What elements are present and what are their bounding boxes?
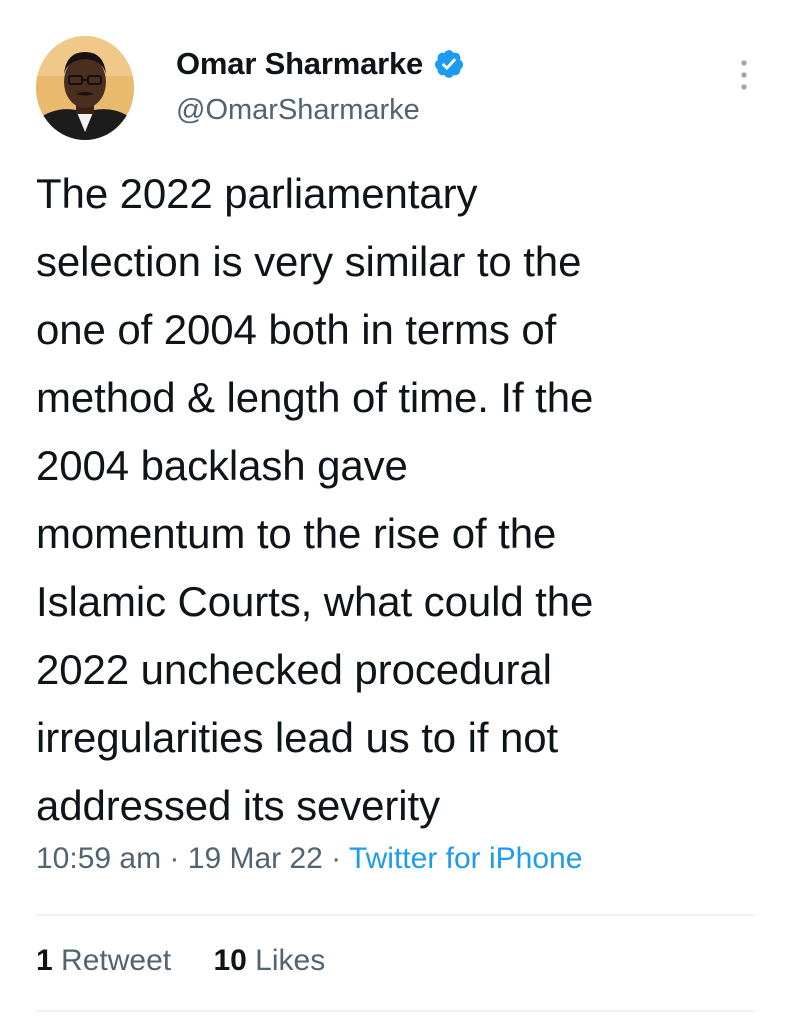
author-info: Omar Sharmarke @OmarSharmarke: [176, 40, 465, 127]
tweet-stats: 1 Retweet 10 Likes: [36, 944, 359, 978]
tweet-header: Omar Sharmarke @OmarSharmarke: [36, 36, 756, 146]
tweet-text-line: one of 2004 both in terms of: [36, 306, 557, 353]
tweet-text-line: 2004 backlash gave: [36, 442, 408, 489]
verified-badge-icon: [435, 50, 464, 78]
divider: [36, 1010, 754, 1012]
more-vertical-icon[interactable]: [736, 58, 752, 92]
likes-count: 10: [213, 944, 247, 977]
divider: [36, 914, 754, 916]
tweet-metadata: 10:59 am · 19 Mar 22 · Twitter for iPhon…: [36, 842, 582, 876]
tweet-text-line: irregularities lead us to if not: [36, 714, 559, 761]
retweets-stat[interactable]: 1 Retweet: [36, 944, 171, 977]
tweet-text-line: selection is very similar to the: [36, 238, 582, 285]
tweet: Omar Sharmarke @OmarSharmarke The 2022 p…: [0, 0, 789, 1024]
likes-label: Likes: [255, 944, 326, 977]
tweet-text: The 2022 parliamentary selection is very…: [36, 160, 766, 840]
display-name-row: Omar Sharmarke: [176, 40, 465, 88]
avatar[interactable]: [36, 36, 134, 140]
handle[interactable]: @OmarSharmarke: [176, 94, 465, 127]
tweet-text-line: addressed its severity: [36, 782, 440, 829]
likes-stat[interactable]: 10 Likes: [213, 944, 325, 977]
retweets-label: Retweet: [61, 944, 172, 977]
avatar-image: [36, 36, 134, 140]
tweet-text-line: Islamic Courts, what could the: [36, 578, 594, 625]
tweet-time[interactable]: 10:59 am: [36, 842, 161, 875]
tweet-source-link[interactable]: Twitter for iPhone: [349, 842, 582, 875]
tweet-text-line: method & length of time. If the: [36, 374, 594, 421]
tweet-date[interactable]: 19 Mar 22: [188, 842, 323, 875]
tweet-text-line: 2022 unchecked procedural: [36, 646, 552, 693]
retweets-count: 1: [36, 944, 53, 977]
separator: ·: [322, 842, 349, 875]
separator: ·: [161, 842, 188, 875]
display-name[interactable]: Omar Sharmarke: [176, 46, 423, 82]
tweet-text-line: momentum to the rise of the: [36, 510, 557, 557]
tweet-text-line: The 2022 parliamentary: [36, 170, 478, 217]
